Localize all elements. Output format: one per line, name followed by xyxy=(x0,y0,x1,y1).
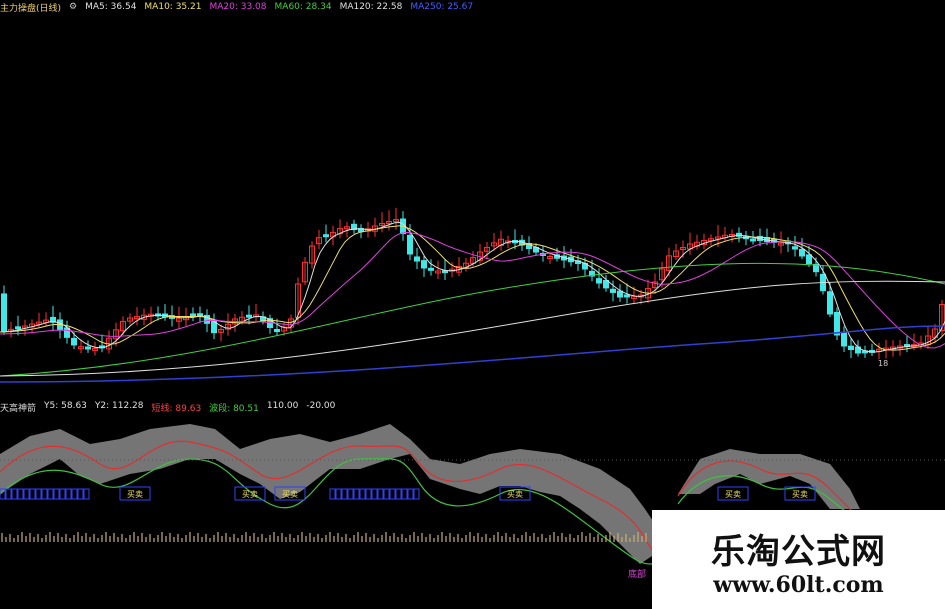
candle-body xyxy=(190,313,196,317)
indicator-band xyxy=(0,424,655,564)
signal-box xyxy=(347,488,354,500)
signal-box xyxy=(29,488,36,500)
candle-body xyxy=(407,234,413,255)
candle-body xyxy=(1,293,7,332)
candle-body xyxy=(71,337,77,346)
signal-box xyxy=(395,488,402,500)
price-tick-label: 18 xyxy=(878,359,888,368)
gear-icon[interactable]: ⚙ xyxy=(69,2,77,12)
watermark: 乐淘公式网 www.60lt.com xyxy=(652,510,945,609)
candle-body xyxy=(806,254,812,265)
signal-box xyxy=(77,488,84,500)
signal-box xyxy=(59,488,66,500)
buy-signal-label: 买卖 xyxy=(242,490,258,499)
candle-body xyxy=(792,246,798,250)
buy-signal-label: 买卖 xyxy=(127,490,143,499)
signal-box xyxy=(371,488,378,500)
candle-body xyxy=(85,346,91,350)
signal-box xyxy=(23,488,30,500)
signal-box xyxy=(41,488,48,500)
candle-body xyxy=(799,248,805,257)
signal-box xyxy=(401,488,408,500)
signal-box xyxy=(11,488,18,500)
legend-ma5: MA5: 36.54 xyxy=(85,2,137,12)
signal-box xyxy=(5,488,12,500)
ind-legend-波段: 波段: 80.51 xyxy=(209,403,259,414)
candle-body xyxy=(246,314,252,318)
signal-box xyxy=(71,488,78,500)
ma-legend: MA5: 36.54 MA10: 35.21 MA20: 33.08 MA60: 28… xyxy=(85,2,473,12)
signal-box xyxy=(353,488,360,500)
buy-signal-label: 买卖 xyxy=(792,490,808,499)
candle-body xyxy=(855,346,861,354)
legend-ma250: MA250: 25.67 xyxy=(410,2,474,12)
signal-box xyxy=(65,488,72,500)
signal-box xyxy=(329,488,336,500)
signal-box xyxy=(53,488,60,500)
buy-signal-label: 买卖 xyxy=(725,490,741,499)
chart-title: 主力操盘(日线) xyxy=(0,3,62,14)
ma250-line xyxy=(0,325,945,383)
candle-body xyxy=(610,288,616,293)
ind-legend-value-4: 110.00 xyxy=(266,400,299,411)
signal-box xyxy=(335,488,342,500)
candle-body xyxy=(624,294,630,298)
signal-box xyxy=(389,488,396,500)
watermark-title: 乐淘公式网 xyxy=(711,532,886,572)
signal-box xyxy=(377,488,384,500)
ind-legend-value-5: -20.00 xyxy=(306,400,336,411)
legend-ma10: MA10: 35.21 xyxy=(144,2,202,12)
signal-box xyxy=(383,488,390,500)
signal-box xyxy=(413,488,420,500)
signal-box xyxy=(83,488,90,500)
signal-box xyxy=(359,488,366,500)
buy-signal-label: 买卖 xyxy=(507,490,523,499)
candle-body xyxy=(197,313,203,317)
signal-box xyxy=(407,488,414,500)
candle-body xyxy=(750,238,756,242)
signal-box xyxy=(17,488,24,500)
candle-body xyxy=(15,326,21,330)
candle-body xyxy=(421,260,427,269)
legend-ma120: MA120: 22.58 xyxy=(339,2,403,12)
indicator-legend: Y5: 58.63 Y2: 112.28 短线: 89.63 波段: 80.51 110… xyxy=(44,401,335,414)
candle-body xyxy=(834,311,840,336)
ma5-line xyxy=(0,221,945,353)
indicator-header: 天高神箭 Y5: 58.63 Y2: 112.28 短线: 89.63 波段: 80.… xyxy=(0,400,335,414)
main-chart-header: 主力操盘(日线) ⚙ MA5: 36.54 MA10: 35.21 MA20: 33… xyxy=(0,0,473,14)
candle-body xyxy=(596,278,602,284)
signal-box xyxy=(47,488,54,500)
candle-body xyxy=(617,290,623,298)
indicator-title: 天高神箭 xyxy=(0,403,37,414)
indicator-band-right xyxy=(678,449,860,509)
watermark-url: www.60lt.com xyxy=(713,572,884,598)
ma10-line xyxy=(0,225,945,351)
signal-box xyxy=(35,488,42,500)
candle-body xyxy=(841,331,847,347)
ind-legend-y2: Y2: 112.28 xyxy=(94,400,144,411)
signal-box xyxy=(365,488,372,500)
candle-body xyxy=(848,345,854,350)
buy-signal-label: 买卖 xyxy=(282,490,298,499)
candle-body xyxy=(323,234,329,238)
signal-box xyxy=(341,488,348,500)
candle-body xyxy=(274,328,280,332)
legend-ma20: MA20: 33.08 xyxy=(209,2,267,12)
candlestick-chart[interactable]: 18 xyxy=(0,14,945,398)
candle-body xyxy=(827,291,833,315)
ind-legend-短线: 短线: 89.63 xyxy=(151,403,202,414)
candle-body xyxy=(414,256,420,262)
ind-legend-y5: Y5: 58.63 xyxy=(44,400,87,411)
low-signal-label: 底部 xyxy=(628,568,646,580)
candle-body xyxy=(428,267,434,271)
legend-ma60: MA60: 28.34 xyxy=(274,2,332,12)
